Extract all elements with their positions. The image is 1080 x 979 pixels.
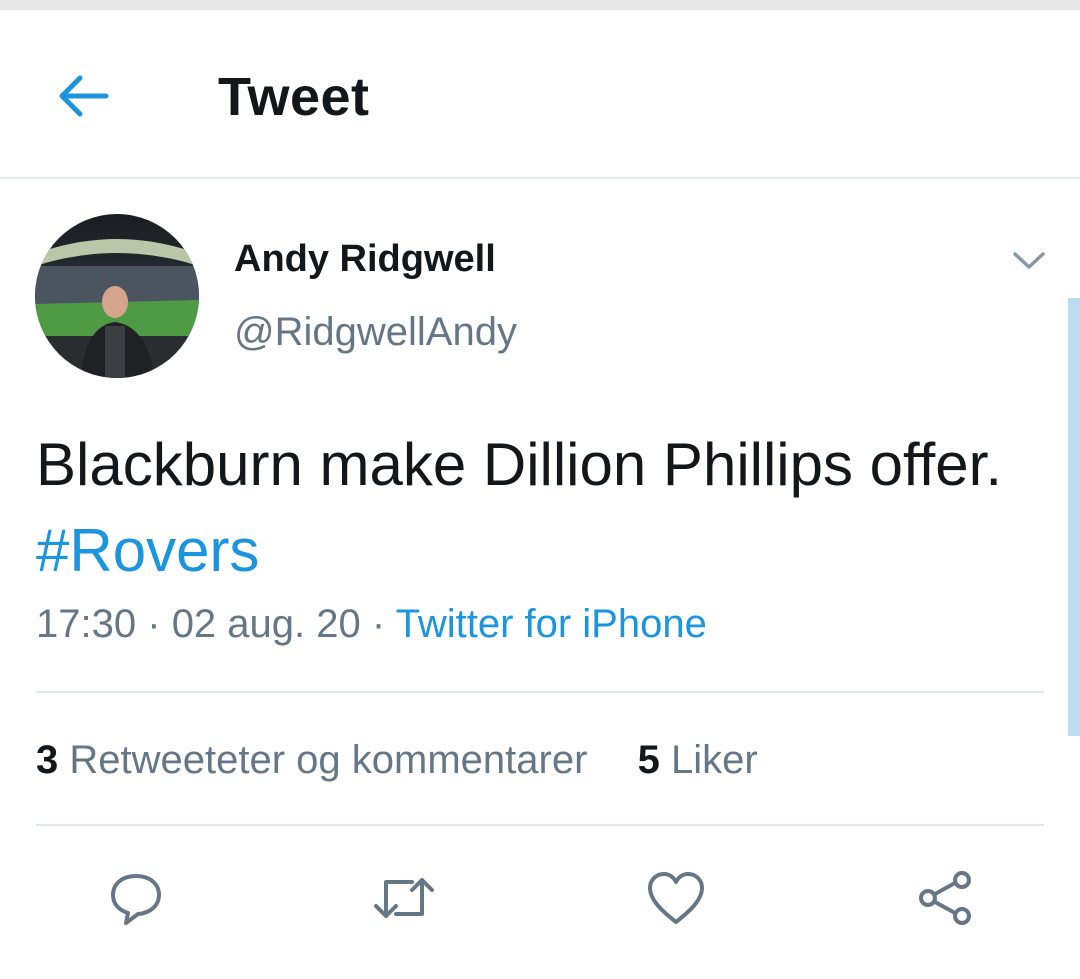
- reply-button[interactable]: [104, 866, 168, 930]
- likes-count: 5: [637, 738, 660, 782]
- like-button[interactable]: [644, 866, 708, 930]
- app-header: Tweet: [0, 10, 1080, 179]
- hashtag-link[interactable]: #Rovers: [36, 517, 259, 584]
- tweet-stats: 3 Retweeteter og kommentarer 5 Liker: [36, 738, 758, 783]
- divider: [36, 824, 1044, 826]
- heart-icon: [648, 872, 704, 924]
- tweet-body: Blackburn make Dillion Phillips offer.: [36, 431, 1003, 498]
- retweet-button[interactable]: [372, 866, 436, 930]
- back-button[interactable]: [52, 70, 114, 122]
- chevron-down-icon: [1013, 252, 1045, 269]
- retweet-icon: [374, 878, 434, 918]
- author-display-name[interactable]: Andy Ridgwell: [234, 238, 496, 281]
- divider: [36, 691, 1044, 693]
- tweet-date: 02 aug. 20: [171, 602, 361, 646]
- avatar[interactable]: [35, 214, 199, 378]
- avatar-image: [35, 214, 199, 378]
- tweet-source-link[interactable]: Twitter for iPhone: [396, 602, 707, 646]
- page-title: Tweet: [218, 67, 370, 127]
- retweets-count: 3: [36, 738, 59, 782]
- tweet-meta: 17:30 · 02 aug. 20 · Twitter for iPhone: [36, 602, 707, 647]
- arrow-left-icon: [59, 75, 109, 117]
- status-strip: [0, 0, 1080, 10]
- share-icon: [919, 871, 971, 925]
- reply-icon: [111, 874, 161, 925]
- tweet-options-button[interactable]: [1006, 238, 1052, 284]
- tweet-time: 17:30: [36, 602, 137, 646]
- meta-separator: ·: [147, 602, 161, 646]
- retweets-label: Retweeteter og kommentarer: [69, 738, 588, 782]
- likes-label: Liker: [671, 738, 758, 782]
- scrollbar[interactable]: [1068, 298, 1080, 736]
- retweets-stat[interactable]: 3 Retweeteter og kommentarer: [36, 738, 599, 782]
- meta-separator: ·: [371, 602, 386, 646]
- tweet-text: Blackburn make Dillion Phillips offer. #…: [36, 422, 1046, 594]
- likes-stat[interactable]: 5 Liker: [638, 738, 758, 782]
- share-button[interactable]: [914, 866, 978, 930]
- author-handle[interactable]: @RidgwellAndy: [234, 310, 517, 355]
